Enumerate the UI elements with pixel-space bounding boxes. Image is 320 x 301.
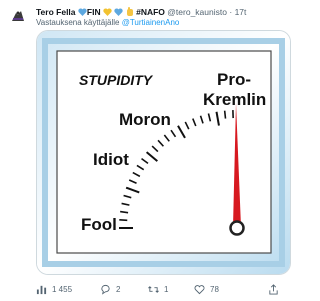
reply-mention[interactable]: @TurtiainenAno (122, 18, 180, 27)
gauge-title: STUPIDITY (79, 72, 154, 88)
avatar[interactable] (8, 6, 28, 26)
level-moron: Moron (119, 110, 171, 129)
author-name[interactable]: Tero Fella (36, 7, 76, 17)
retweet-icon (148, 286, 159, 293)
tweet-actions: 1 455 2 1 78 (36, 284, 292, 298)
like-button[interactable]: 78 (194, 284, 219, 295)
blue-heart-emoji (114, 8, 124, 18)
level-kremlin: Kremlin (203, 90, 266, 109)
tweet-image[interactable]: STUPIDITY Pro- Kremlin Moron Idiot Fool (36, 30, 291, 275)
level-idiot: Idiot (93, 150, 129, 169)
avatar-image (8, 6, 28, 26)
author-handle[interactable]: @tero_kaunisto (167, 7, 227, 17)
retweet-button[interactable]: 1 (148, 284, 168, 295)
stupidity-gauge: STUPIDITY Pro- Kremlin Moron Idiot Fool (37, 31, 290, 274)
views-count: 1 455 (52, 285, 73, 294)
tweet-header: Tero Fella FIN #NAFO @tero_kaunisto · 17… (36, 7, 246, 18)
retweet-count: 1 (164, 285, 169, 294)
hashtag[interactable]: #NAFO (136, 7, 165, 17)
views-button[interactable]: 1 455 (36, 284, 72, 295)
reply-prefix: Vastauksena käyttäjälle (36, 18, 120, 27)
tweet: Tero Fella FIN #NAFO @tero_kaunisto · 17… (0, 0, 300, 301)
gauge-tick (223, 110, 227, 119)
gauge-tick (120, 210, 129, 214)
needle-pivot (229, 220, 245, 236)
reply-button[interactable]: 2 (100, 284, 120, 295)
separator-dot: · (229, 7, 233, 17)
author-tag: FIN (86, 7, 101, 17)
tweet-time[interactable]: 17t (235, 7, 247, 17)
reply-icon (101, 284, 110, 295)
heart-emoji (78, 8, 87, 18)
heart-icon (194, 285, 205, 295)
hand-emoji (126, 7, 134, 18)
like-count: 78 (210, 285, 219, 294)
share-icon (269, 284, 278, 295)
reply-context: Vastauksena käyttäjälle @TurtiainenAno (36, 18, 179, 27)
level-fool: Fool (81, 215, 117, 234)
reply-count: 2 (116, 285, 121, 294)
yellow-heart-emoji (103, 8, 112, 18)
views-icon (36, 285, 47, 295)
gauge-tick (119, 218, 128, 222)
share-button[interactable] (268, 284, 279, 295)
level-pro: Pro- (217, 70, 251, 89)
